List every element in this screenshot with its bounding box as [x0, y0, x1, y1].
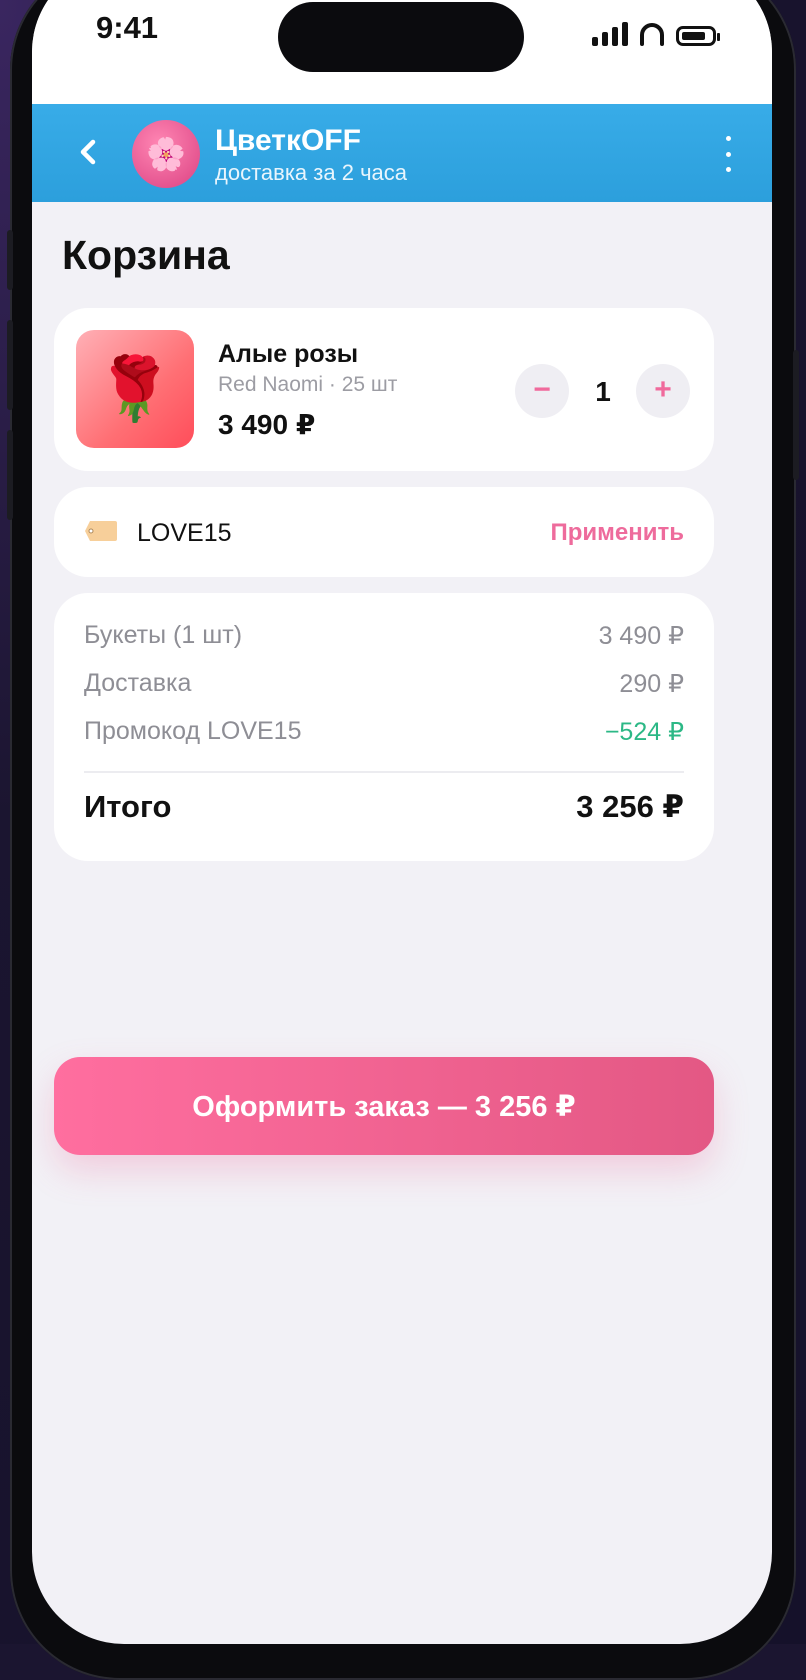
summary-label: Доставка — [84, 669, 191, 698]
signal-icon — [592, 22, 628, 46]
apply-promo-button[interactable]: Применить — [550, 519, 684, 547]
shop-subtitle: доставка за 2 часа — [215, 160, 407, 186]
chevron-left-icon[interactable] — [66, 130, 110, 174]
volume-down-button — [7, 430, 13, 520]
shop-name: ЦветкOFF — [215, 124, 361, 158]
volume-up-button — [7, 320, 13, 410]
dynamic-island — [278, 2, 524, 72]
phone-screen: 9:41 🌸 ЦветкOFF доставка за 2 часа Корзи… — [32, 0, 772, 1644]
summary-row-bouquets: Букеты (1 шт) 3 490 ₽ — [84, 621, 684, 655]
wifi-icon — [638, 22, 666, 46]
increase-quantity-button[interactable]: + — [636, 364, 690, 418]
summary-value: 3 490 ₽ — [599, 621, 684, 651]
power-button — [793, 350, 799, 480]
promo-code-input[interactable]: LOVE15 — [137, 519, 232, 548]
decrease-quantity-button[interactable]: − — [515, 364, 569, 418]
tag-icon — [84, 520, 118, 542]
product-price: 3 490 ₽ — [218, 408, 315, 441]
product-image: 🌹 — [76, 330, 194, 448]
summary-row-promo: Промокод LOVE15 −524 ₽ — [84, 717, 684, 751]
summary-label: Букеты (1 шт) — [84, 621, 242, 650]
status-icons — [592, 16, 716, 46]
status-time: 9:41 — [96, 10, 158, 46]
total-label: Итого — [84, 789, 171, 825]
promo-code-card: LOVE15 Применить — [54, 487, 714, 577]
quantity-value: 1 — [574, 376, 632, 408]
rose-icon: 🌹 — [96, 353, 173, 426]
product-name: Алые розы — [218, 340, 358, 369]
status-bar: 9:41 — [32, 0, 772, 104]
cart-item: 🌹 Алые розы Red Naomi · 25 шт 3 490 ₽ − … — [54, 308, 714, 471]
discount-value: −524 ₽ — [605, 717, 684, 747]
summary-row-delivery: Доставка 290 ₽ — [84, 669, 684, 703]
flower-icon: 🌸 — [146, 135, 186, 173]
shop-avatar[interactable]: 🌸 — [132, 120, 200, 188]
total-value: 3 256 ₽ — [576, 789, 684, 825]
chat-header: 🌸 ЦветкOFF доставка за 2 часа — [32, 104, 772, 202]
summary-label: Промокод LOVE15 — [84, 717, 301, 746]
battery-icon — [676, 26, 716, 46]
summary-value: 290 ₽ — [619, 669, 684, 699]
product-details: Red Naomi · 25 шт — [218, 373, 397, 397]
action-button — [7, 230, 13, 290]
order-summary: Букеты (1 шт) 3 490 ₽ Доставка 290 ₽ Про… — [54, 593, 714, 861]
checkout-button[interactable]: Оформить заказ — 3 256 ₽ — [54, 1057, 714, 1155]
divider — [84, 771, 684, 773]
page-title: Корзина — [62, 232, 230, 279]
more-vertical-icon[interactable] — [718, 136, 738, 172]
